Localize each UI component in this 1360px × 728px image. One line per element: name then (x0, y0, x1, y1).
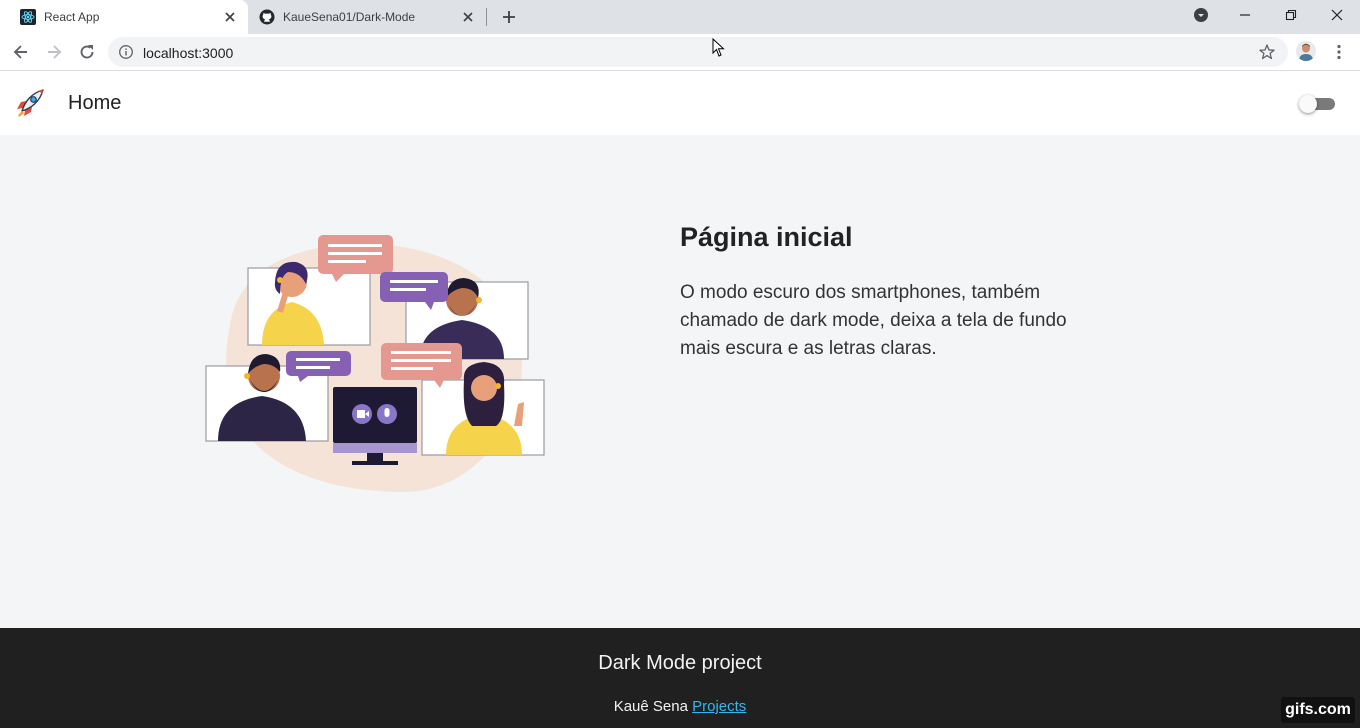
url-text: localhost:3000 (143, 45, 234, 61)
address-bar[interactable]: localhost:3000 (108, 37, 1288, 67)
close-tab-icon[interactable] (222, 9, 238, 25)
rocket-icon[interactable] (14, 87, 46, 119)
footer-credit: Kauê Sena Projects (0, 698, 1360, 715)
close-tab-icon[interactable] (460, 9, 476, 25)
browser-tab-strip: React App KaueSena01/Dark-Mode (0, 0, 1360, 34)
app-navbar: Home (0, 71, 1360, 135)
tab-react-app[interactable]: React App (0, 0, 248, 34)
back-icon[interactable] (11, 42, 31, 62)
github-icon (259, 9, 275, 25)
forward-icon[interactable] (44, 42, 64, 62)
restore-icon (1285, 9, 1297, 21)
toggle-knob (1299, 95, 1317, 113)
main-content: Página inicial O modo escuro dos smartph… (0, 135, 1360, 628)
reload-icon[interactable] (77, 42, 97, 62)
minimize-button[interactable] (1222, 0, 1268, 30)
video-conference-illustration (205, 235, 545, 492)
profile-avatar[interactable] (1296, 41, 1316, 61)
tab-title: React App (44, 10, 100, 24)
star-icon[interactable] (1258, 43, 1276, 61)
avatar-icon (1296, 41, 1316, 61)
browser-toolbar: localhost:3000 (0, 34, 1360, 71)
close-window-button[interactable] (1314, 0, 1360, 30)
menu-icon[interactable] (1329, 42, 1349, 62)
info-icon[interactable] (118, 44, 134, 60)
tab-search-button[interactable] (1178, 0, 1224, 30)
tab-title: KaueSena01/Dark-Mode (283, 10, 416, 24)
page-title: Página inicial (680, 222, 853, 252)
close-icon (1331, 9, 1343, 21)
dark-mode-toggle[interactable] (1299, 95, 1337, 113)
restore-button[interactable] (1268, 0, 1314, 30)
footer-title: Dark Mode project (598, 652, 762, 674)
footer: Dark Mode project Kauê Sena Projects (0, 628, 1360, 728)
footer-author: Kauê Sena (613, 698, 688, 715)
gifs-watermark: gifs.com (1281, 697, 1355, 723)
new-tab-icon[interactable] (500, 8, 518, 26)
react-icon (20, 9, 36, 25)
projects-link[interactable]: Projects (692, 698, 746, 715)
tab-divider (486, 8, 487, 26)
minimize-icon (1240, 14, 1250, 16)
tab-search-icon (1194, 8, 1208, 22)
page-description: O modo escuro dos smartphones, também ch… (680, 282, 1067, 359)
mouse-cursor-icon (712, 38, 725, 57)
tab-github[interactable]: KaueSena01/Dark-Mode (250, 0, 486, 34)
nav-home-link[interactable]: Home (68, 92, 121, 115)
